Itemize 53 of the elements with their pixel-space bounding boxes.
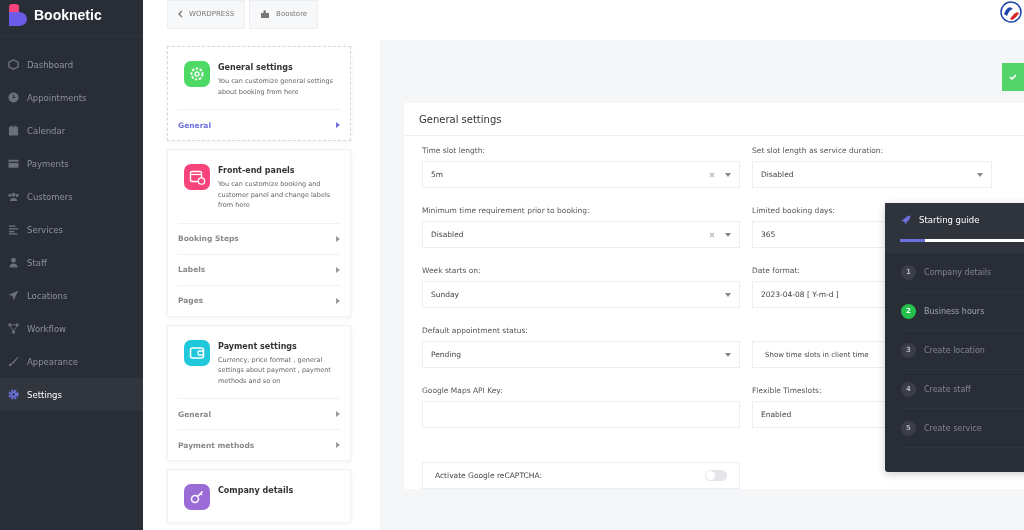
rocket-icon <box>901 215 911 225</box>
brush-icon <box>8 356 19 367</box>
caret-right-icon <box>336 235 340 242</box>
cube-icon <box>8 59 19 70</box>
chevron-left-icon <box>178 10 183 18</box>
flow-icon <box>8 323 19 334</box>
dropdown-caret-icon <box>725 292 731 297</box>
calendar-icon <box>8 125 19 136</box>
step-label: Company details <box>924 267 992 277</box>
card-title: General settings <box>218 63 294 72</box>
dropdown-caret-icon <box>725 352 731 357</box>
sidebar-item[interactable]: Locations <box>0 279 143 312</box>
caret-right-icon <box>336 297 340 304</box>
sidebar-item[interactable]: Payments <box>0 147 143 180</box>
logo-icon <box>9 3 27 26</box>
sidebar-item[interactable]: Appearance <box>0 345 143 378</box>
list-icon <box>8 224 19 235</box>
card-icon <box>8 158 19 169</box>
plane-icon <box>8 290 19 301</box>
caret-right-icon <box>336 442 340 448</box>
step-label: Create location <box>924 345 985 355</box>
sidebar-item[interactable]: Settings <box>0 378 143 411</box>
toggle-switch[interactable] <box>705 470 727 481</box>
users-icon <box>8 191 19 202</box>
card-title: Company details <box>218 486 294 495</box>
puzzle-icon <box>260 9 271 19</box>
dropdown-caret-icon <box>977 172 983 177</box>
sidebar-item[interactable]: Customers <box>0 180 143 213</box>
brand-name: Booknetic <box>34 6 102 23</box>
caret-right-icon <box>336 266 340 273</box>
dropdown-caret-icon <box>725 172 731 177</box>
save-button[interactable] <box>1002 63 1024 91</box>
clock-icon <box>8 92 19 103</box>
settings-card[interactable]: Company details <box>167 469 351 523</box>
check-icon <box>1009 74 1017 80</box>
card-title: Front-end panels <box>218 166 296 175</box>
sidebar-item[interactable]: Services <box>0 213 143 246</box>
sidebar-item[interactable]: Workflow <box>0 312 143 345</box>
step-label: Create staff <box>924 384 971 394</box>
dropdown-caret-icon <box>725 232 731 237</box>
form-title: General settings <box>404 103 1024 136</box>
caret-right-icon <box>336 411 340 417</box>
sidebar-item[interactable]: Appointments <box>0 81 143 114</box>
user-icon <box>8 257 19 268</box>
sidebar-item[interactable]: Dashboard <box>0 48 143 81</box>
card-title: Payment settings <box>218 341 298 351</box>
caret-right-icon <box>336 122 340 128</box>
clear-icon <box>709 171 715 178</box>
sidebar-item[interactable]: Staff <box>0 246 143 279</box>
step-label: Business hours <box>924 306 985 316</box>
gear-icon <box>8 389 19 400</box>
sidebar-item[interactable]: Calendar <box>0 114 143 147</box>
clear-icon <box>709 231 715 238</box>
